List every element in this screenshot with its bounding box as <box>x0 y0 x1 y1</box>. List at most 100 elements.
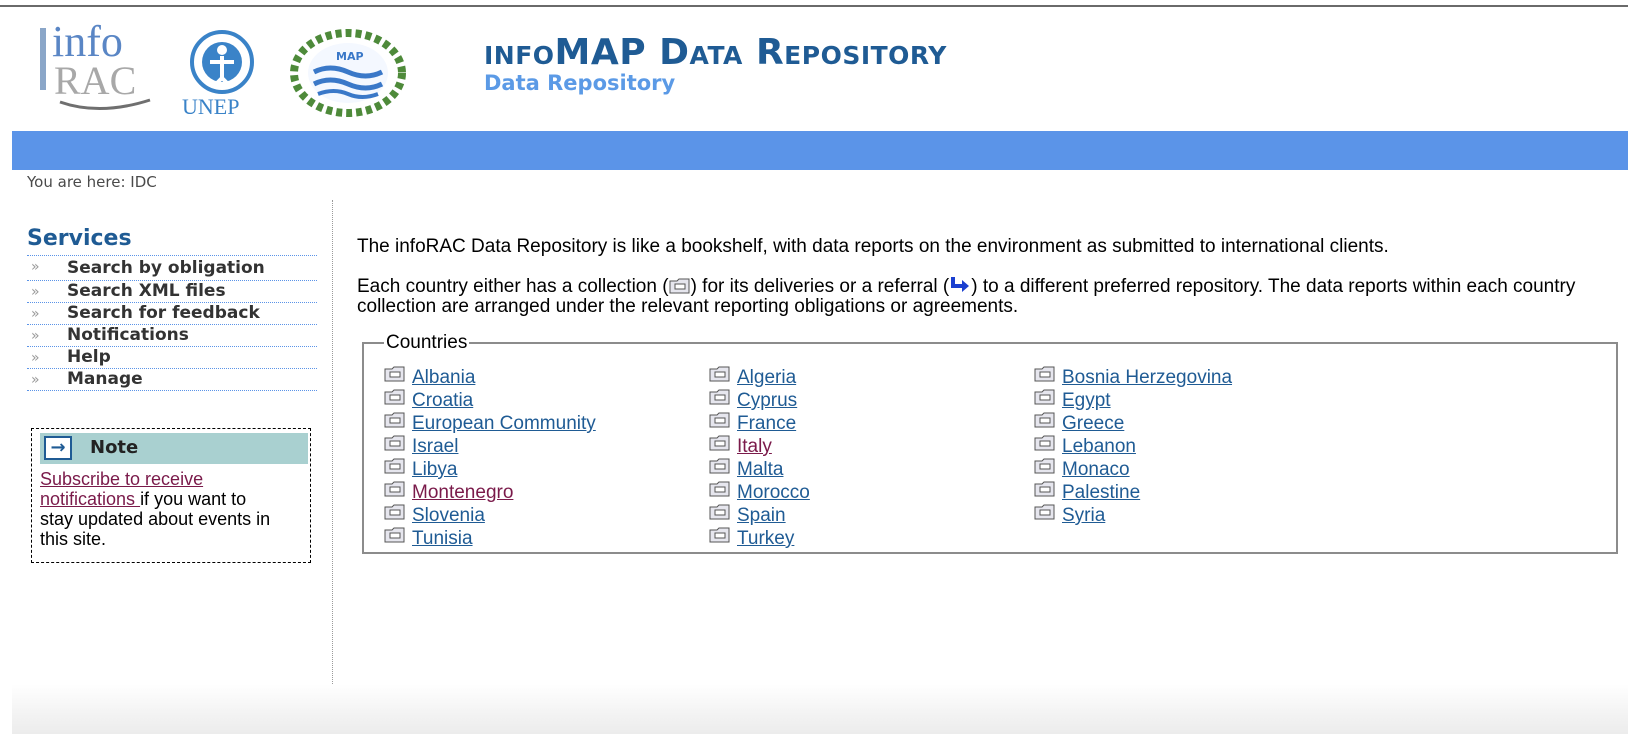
folder-icon <box>1034 366 1055 382</box>
country-item: Greece <box>1034 412 1232 435</box>
note-title: Note <box>90 437 139 458</box>
country-link[interactable]: Turkey <box>737 528 794 549</box>
country-item: European Community <box>384 412 596 435</box>
top-rule <box>0 5 1628 7</box>
folder-icon <box>709 458 730 474</box>
services-heading: Services <box>27 226 132 251</box>
footer-bar <box>12 684 1628 734</box>
country-item: Malta <box>709 458 810 481</box>
intro-text: The infoRAC Data Repository is like a bo… <box>357 236 1389 257</box>
folder-icon <box>384 458 405 474</box>
folder-icon <box>1034 458 1055 474</box>
inforac-logo[interactable]: info RAC <box>40 16 165 116</box>
referral-arrow-icon <box>951 277 970 292</box>
folder-icon <box>384 389 405 405</box>
folder-icon <box>384 435 405 451</box>
country-item: Morocco <box>709 481 810 504</box>
country-item: Albania <box>384 366 596 389</box>
folder-icon <box>384 504 405 520</box>
country-column-2: Algeria Cyprus France Italy Malta Morocco Spai… <box>709 366 810 550</box>
bullet-icon: » <box>31 328 40 344</box>
country-link[interactable]: Bosnia Herzegovina <box>1062 367 1232 388</box>
country-item: Montenegro <box>384 481 596 504</box>
folder-icon <box>669 278 690 294</box>
navigation-bar <box>12 131 1628 170</box>
country-item: France <box>709 412 810 435</box>
service-label: Manage <box>67 369 143 389</box>
country-link[interactable]: Lebanon <box>1062 436 1136 457</box>
bullet-icon: » <box>31 259 40 275</box>
country-link[interactable]: European Community <box>412 413 596 434</box>
site-subtitle: Data Repository <box>484 71 676 95</box>
country-link[interactable]: Malta <box>737 459 783 480</box>
logo-group: info RAC UNEP MAP <box>40 16 420 120</box>
site-title: infoMAP Data Repository <box>484 32 947 73</box>
country-link[interactable]: Morocco <box>737 482 810 503</box>
folder-icon <box>1034 389 1055 405</box>
country-link[interactable]: Slovenia <box>412 505 485 526</box>
country-link[interactable]: Libya <box>412 459 457 480</box>
folder-icon <box>709 412 730 428</box>
country-link[interactable]: Egypt <box>1062 390 1111 411</box>
service-manage[interactable]: » Manage <box>27 369 317 391</box>
country-item: Monaco <box>1034 458 1232 481</box>
map-text: MAP <box>336 50 364 63</box>
country-link[interactable]: Tunisia <box>412 528 473 549</box>
country-item: Turkey <box>709 527 810 550</box>
service-label: Search for feedback <box>67 303 260 323</box>
folder-icon <box>709 435 730 451</box>
logo-rac-text: RAC <box>54 58 136 103</box>
country-column-3: Bosnia Herzegovina Egypt Greece Lebanon Mona… <box>1034 366 1232 527</box>
service-search-by-obligation[interactable]: » Search by obligation <box>27 256 317 281</box>
country-item: Palestine <box>1034 481 1232 504</box>
folder-icon <box>384 412 405 428</box>
service-search-for-feedback[interactable]: » Search for feedback <box>27 303 317 325</box>
country-item: Croatia <box>384 389 596 412</box>
services-menu: » Search by obligation » Search XML file… <box>27 255 317 391</box>
note-box: → Note Subscribe to receive notification… <box>31 428 311 563</box>
country-item: Spain <box>709 504 810 527</box>
folder-icon <box>1034 481 1055 497</box>
country-item: Syria <box>1034 504 1232 527</box>
country-item: Libya <box>384 458 596 481</box>
country-link[interactable]: Algeria <box>737 367 796 388</box>
country-link[interactable]: Monaco <box>1062 459 1130 480</box>
country-link[interactable]: Croatia <box>412 390 473 411</box>
service-notifications[interactable]: » Notifications <box>27 325 317 347</box>
folder-icon <box>709 504 730 520</box>
country-link[interactable]: Israel <box>412 436 458 457</box>
folder-icon <box>384 481 405 497</box>
country-item: Algeria <box>709 366 810 389</box>
unep-text: UNEP <box>182 94 239 118</box>
country-link[interactable]: France <box>737 413 796 434</box>
service-label: Help <box>67 347 111 367</box>
country-item: Bosnia Herzegovina <box>1034 366 1232 389</box>
country-item: Israel <box>384 435 596 458</box>
service-search-xml-files[interactable]: » Search XML files <box>27 281 317 303</box>
country-item: Egypt <box>1034 389 1232 412</box>
country-link[interactable]: Albania <box>412 367 475 388</box>
bullet-icon: » <box>31 306 40 322</box>
folder-icon <box>1034 504 1055 520</box>
desc-part-1: Each country either has a collection ( <box>357 276 669 297</box>
country-item: Italy <box>709 435 810 458</box>
service-label: Notifications <box>67 325 189 345</box>
country-link[interactable]: Palestine <box>1062 482 1140 503</box>
country-item: Cyprus <box>709 389 810 412</box>
folder-icon <box>709 366 730 382</box>
country-link[interactable]: Spain <box>737 505 786 526</box>
country-link[interactable]: Montenegro <box>412 482 513 503</box>
countries-legend: Countries <box>384 332 470 354</box>
arrow-right-icon: → <box>44 436 72 460</box>
country-item: Lebanon <box>1034 435 1232 458</box>
country-link[interactable]: Italy <box>737 436 772 457</box>
service-help[interactable]: » Help <box>27 347 317 369</box>
desc-part-2: ) for its deliveries or a referral ( <box>690 276 950 297</box>
country-link[interactable]: Syria <box>1062 505 1105 526</box>
country-link[interactable]: Greece <box>1062 413 1124 434</box>
service-label: Search by obligation <box>67 258 265 278</box>
service-label: Search XML files <box>67 281 226 301</box>
unep-logo[interactable]: UNEP <box>180 28 270 118</box>
map-logo[interactable]: MAP <box>290 28 410 118</box>
country-link[interactable]: Cyprus <box>737 390 797 411</box>
